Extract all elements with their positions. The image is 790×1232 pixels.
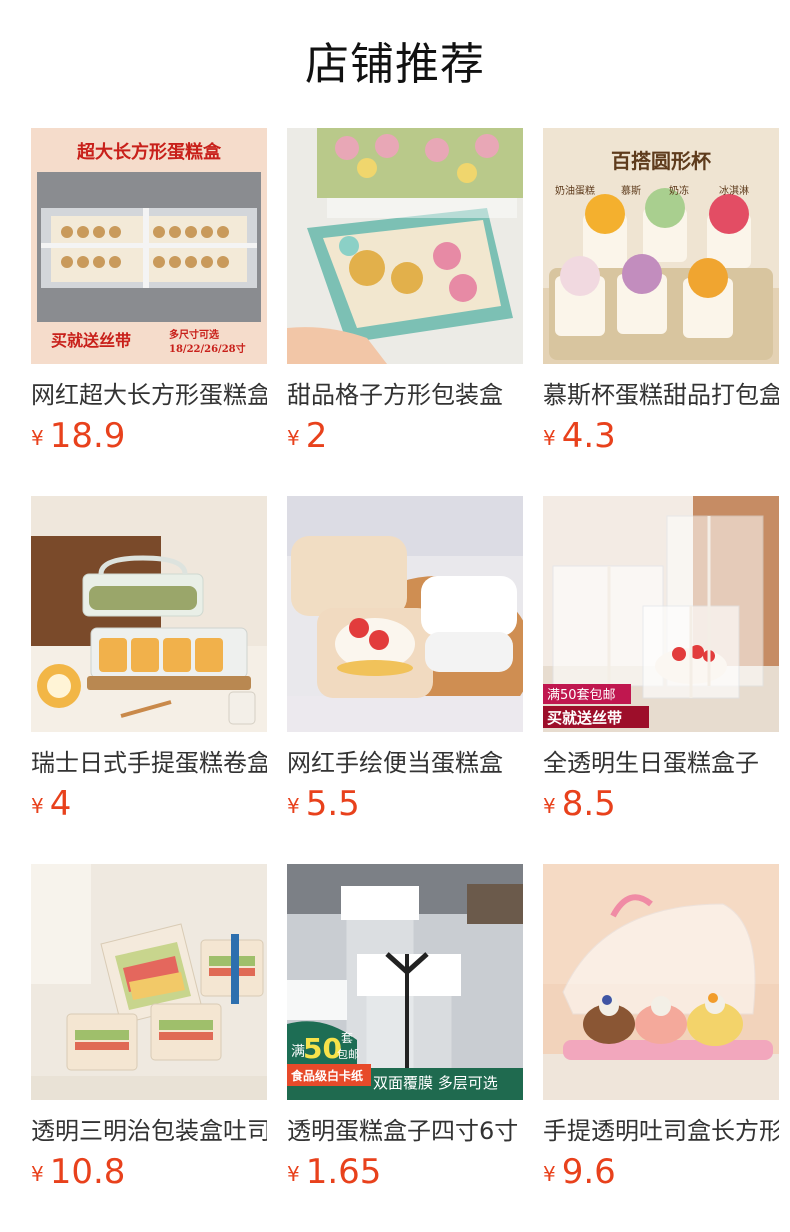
section-title: 店铺推荐 bbox=[305, 39, 485, 90]
product-card[interactable]: 甜品格子方形包装盒 ¥2 bbox=[287, 128, 523, 496]
currency-symbol: ¥ bbox=[31, 426, 44, 450]
image-promo-top: 满50套包邮 bbox=[547, 687, 616, 703]
price-value: 2 bbox=[305, 416, 328, 456]
currency-symbol: ¥ bbox=[287, 794, 300, 818]
product-price: ¥8.5 bbox=[543, 784, 616, 824]
currency-symbol: ¥ bbox=[543, 794, 556, 818]
image-promo-bottom: 买就送丝带 bbox=[547, 709, 622, 727]
product-card[interactable]: 透明三明治包装盒吐司 ¥10.8 bbox=[31, 864, 267, 1232]
image-headline: 百搭圆形杯 bbox=[611, 149, 711, 173]
currency-symbol: ¥ bbox=[31, 794, 44, 818]
product-name[interactable]: 透明蛋糕盒子四寸6寸 bbox=[287, 1114, 523, 1148]
product-name[interactable]: 慕斯杯蛋糕甜品打包盒 bbox=[543, 378, 779, 412]
product-price: ¥9.6 bbox=[543, 1152, 616, 1192]
product-image[interactable]: 百搭圆形杯 奶油蛋糕 慕斯 奶冻 冰淇淋 bbox=[543, 128, 779, 364]
product-price: ¥10.8 bbox=[31, 1152, 125, 1192]
product-image[interactable] bbox=[543, 864, 779, 1100]
product-image[interactable] bbox=[31, 864, 267, 1100]
currency-symbol: ¥ bbox=[543, 426, 556, 450]
product-image[interactable] bbox=[31, 496, 267, 732]
currency-symbol: ¥ bbox=[287, 1162, 300, 1186]
image-tag: 慕斯 bbox=[621, 184, 641, 197]
product-price: ¥4 bbox=[31, 784, 71, 824]
product-price: ¥2 bbox=[287, 416, 327, 456]
product-name[interactable]: 全透明生日蛋糕盒子 bbox=[543, 746, 779, 780]
image-sizes-label: 多尺寸可选 bbox=[169, 328, 219, 341]
image-material: 食品级白卡纸 bbox=[290, 1068, 363, 1083]
image-features: 双面覆膜 多层可选 bbox=[373, 1074, 498, 1092]
image-sizes: 18/22/26/28寸 bbox=[169, 342, 246, 355]
product-price: ¥5.5 bbox=[287, 784, 360, 824]
image-tag: 冰淇淋 bbox=[719, 184, 749, 197]
image-headline: 超大长方形蛋糕盒 bbox=[77, 141, 222, 163]
product-name[interactable]: 透明三明治包装盒吐司 bbox=[31, 1114, 267, 1148]
product-name[interactable]: 网红手绘便当蛋糕盒 bbox=[287, 746, 523, 780]
currency-symbol: ¥ bbox=[287, 426, 300, 450]
badge-unit: 套 bbox=[341, 1031, 353, 1045]
product-price: ¥18.9 bbox=[31, 416, 125, 456]
price-value: 10.8 bbox=[49, 1152, 126, 1192]
price-value: 8.5 bbox=[561, 784, 616, 824]
image-tag: 奶油蛋糕 bbox=[555, 184, 595, 197]
price-value: 5.5 bbox=[305, 784, 360, 824]
price-value: 4.3 bbox=[561, 416, 616, 456]
product-price: ¥4.3 bbox=[543, 416, 616, 456]
price-value: 9.6 bbox=[561, 1152, 616, 1192]
product-image[interactable] bbox=[287, 128, 523, 364]
price-value: 4 bbox=[49, 784, 72, 824]
image-promo: 买就送丝带 bbox=[51, 331, 131, 350]
product-name[interactable]: 瑞士日式手提蛋糕卷盒 bbox=[31, 746, 267, 780]
product-name[interactable]: 甜品格子方形包装盒 bbox=[287, 378, 523, 412]
price-value: 18.9 bbox=[49, 416, 126, 456]
product-image[interactable]: 满50套包邮 买就送丝带 bbox=[543, 496, 779, 732]
product-card[interactable]: 网红手绘便当蛋糕盒 ¥5.5 bbox=[287, 496, 523, 864]
product-card[interactable]: 超大长方形蛋糕盒 买就送丝带 多尺寸可选 18/22/26/28寸 网红超大长方… bbox=[31, 128, 267, 496]
badge-suffix: 包邮 bbox=[337, 1048, 359, 1061]
product-card[interactable]: 瑞士日式手提蛋糕卷盒 ¥4 bbox=[31, 496, 267, 864]
product-grid: 超大长方形蛋糕盒 买就送丝带 多尺寸可选 18/22/26/28寸 网红超大长方… bbox=[31, 128, 779, 1232]
price-value: 1.65 bbox=[305, 1152, 382, 1192]
product-name[interactable]: 网红超大长方形蛋糕盒 bbox=[31, 378, 267, 412]
product-card[interactable]: 手提透明吐司盒长方形 ¥9.6 bbox=[543, 864, 779, 1232]
currency-symbol: ¥ bbox=[543, 1162, 556, 1186]
image-tag: 奶冻 bbox=[669, 184, 689, 197]
product-image[interactable]: 超大长方形蛋糕盒 买就送丝带 多尺寸可选 18/22/26/28寸 bbox=[31, 128, 267, 364]
product-price: ¥1.65 bbox=[287, 1152, 381, 1192]
currency-symbol: ¥ bbox=[31, 1162, 44, 1186]
product-image[interactable]: 满 50 套 包邮 食品级白卡纸 双面覆膜 多层可选 bbox=[287, 864, 523, 1100]
product-name[interactable]: 手提透明吐司盒长方形 bbox=[543, 1114, 779, 1148]
product-card[interactable]: 满50套包邮 买就送丝带 全透明生日蛋糕盒子 ¥8.5 bbox=[543, 496, 779, 864]
product-image[interactable] bbox=[287, 496, 523, 732]
product-card[interactable]: 满 50 套 包邮 食品级白卡纸 双面覆膜 多层可选 透明蛋糕盒子四寸6寸 ¥1… bbox=[287, 864, 523, 1232]
product-card[interactable]: 百搭圆形杯 奶油蛋糕 慕斯 奶冻 冰淇淋 慕斯杯蛋糕甜品打包盒 ¥4.3 bbox=[543, 128, 779, 496]
